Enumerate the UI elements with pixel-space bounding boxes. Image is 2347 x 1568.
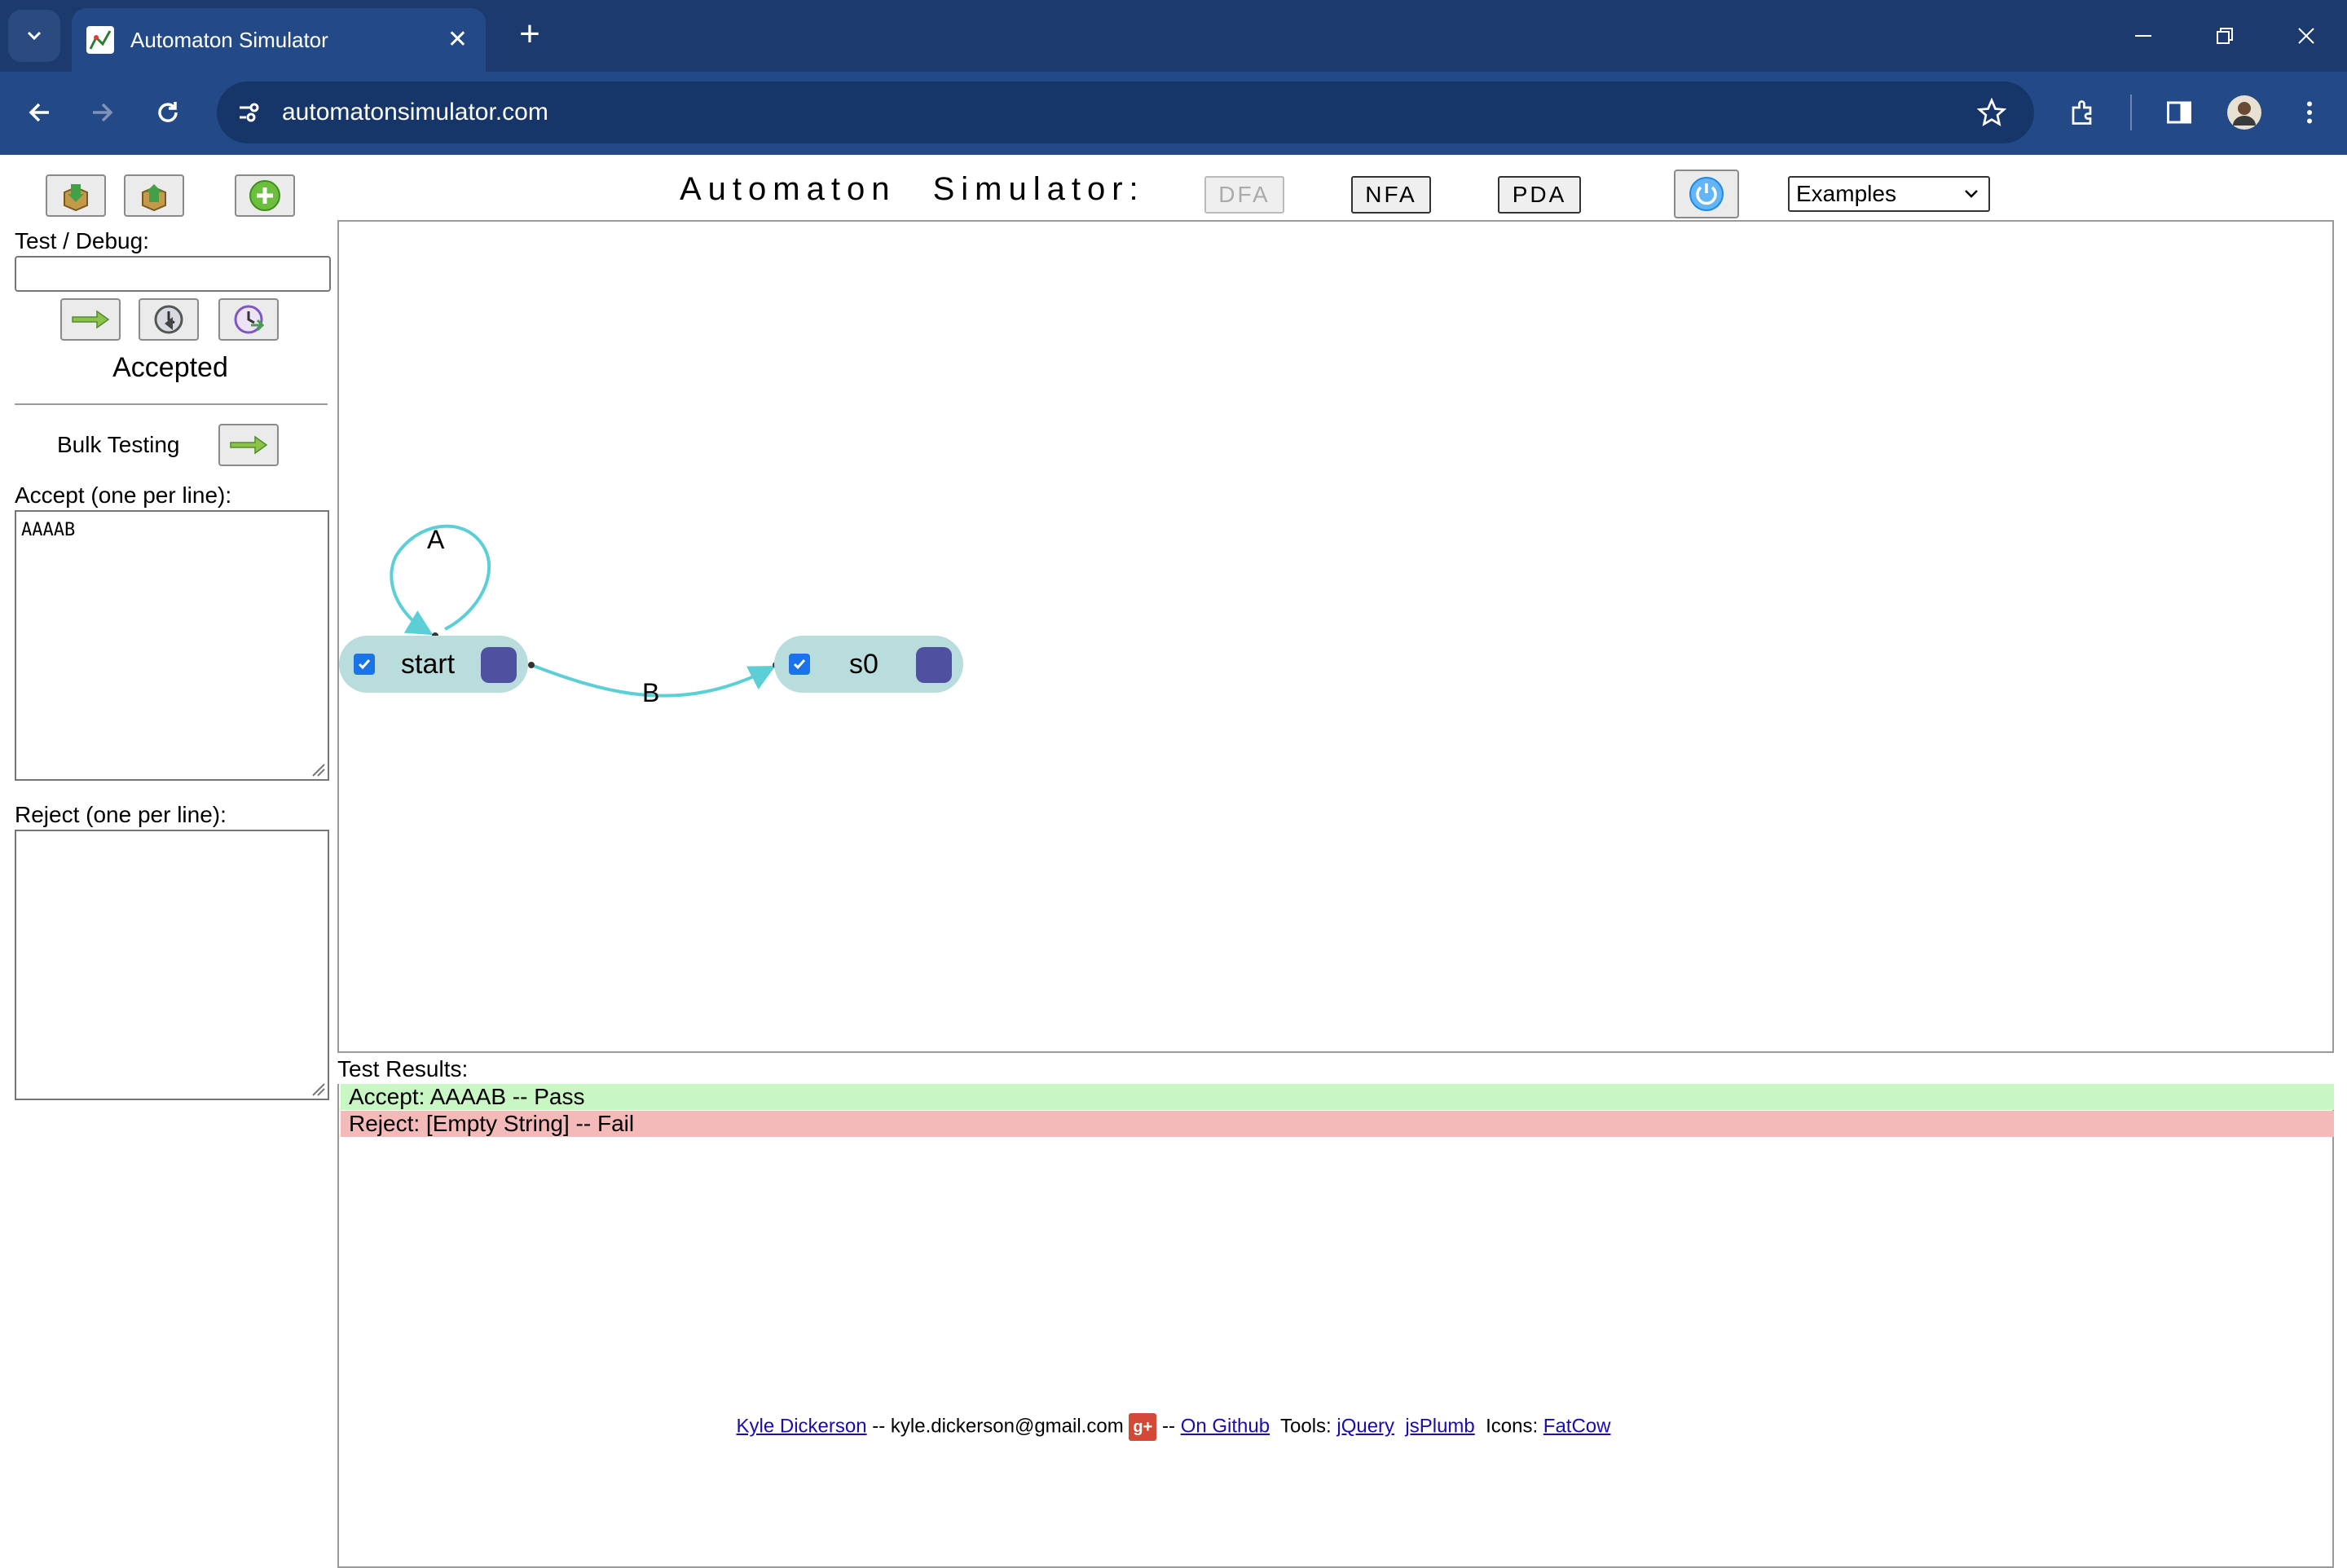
save-button[interactable] (46, 174, 106, 217)
load-button[interactable] (124, 174, 184, 217)
profile-avatar[interactable] (2222, 90, 2267, 135)
transition-label[interactable]: B (642, 678, 659, 708)
icons-label: Icons: (1474, 1415, 1543, 1438)
test-results-panel: Accept: AAAAB -- Pass Reject: [Empty Str… (337, 1084, 2334, 1568)
automaton-canvas[interactable]: A B start s0 (337, 220, 2334, 1053)
site-info-icon[interactable] (231, 95, 267, 130)
power-icon (1689, 177, 1724, 211)
reject-textarea[interactable] (15, 830, 329, 1100)
box-save-icon (64, 184, 88, 212)
jquery-link[interactable]: jQuery (1336, 1415, 1394, 1437)
menu-kebab-icon[interactable] (2287, 90, 2332, 135)
url-text: automatonsimulator.com (282, 99, 548, 126)
minimize-icon[interactable] (2103, 0, 2184, 72)
test-results-label: Test Results: (337, 1056, 469, 1081)
sidebar-divider (15, 403, 328, 405)
chevron-down-icon (1965, 190, 1978, 198)
tab-close-icon[interactable]: ✕ (447, 8, 468, 72)
extensions-icon[interactable] (2060, 90, 2106, 135)
forward-icon[interactable] (80, 90, 125, 135)
address-bar[interactable]: automatonsimulator.com (217, 81, 2034, 143)
examples-select[interactable]: Examples (1788, 176, 1990, 212)
page-title: Automaton Simulator: (680, 171, 1145, 207)
back-icon[interactable] (16, 90, 62, 135)
fatcow-link[interactable]: FatCow (1543, 1415, 1611, 1437)
footer: Kyle Dickerson -- kyle.dickerson@gmail.c… (0, 1413, 2347, 1441)
jsplumb-link[interactable]: jsPlumb (1405, 1415, 1474, 1437)
result-row-pass: Accept: AAAAB -- Pass (341, 1084, 2334, 1110)
tab-title: Automaton Simulator (130, 28, 328, 52)
plus-circle-icon (249, 180, 280, 211)
debug-input[interactable] (15, 256, 331, 292)
close-window-icon[interactable] (2266, 0, 2347, 72)
favicon-icon (86, 26, 114, 54)
resize-grip-icon[interactable] (311, 763, 326, 777)
state-node-s0[interactable]: s0 (774, 636, 963, 693)
add-state-button[interactable] (235, 174, 295, 217)
arrow-right-icon (230, 435, 268, 455)
nfa-button[interactable]: NFA (1351, 176, 1431, 214)
transition-label[interactable]: A (427, 525, 444, 555)
resize-grip-icon[interactable] (311, 1082, 326, 1097)
state-name: start (401, 649, 456, 680)
power-button[interactable] (1674, 170, 1739, 218)
toolbar-divider (2130, 95, 2132, 130)
browser-tabstrip: Automaton Simulator ✕ + (0, 0, 2347, 72)
box-load-icon (142, 184, 166, 212)
accept-label: Accept (one per line): (15, 482, 232, 508)
state-name: s0 (849, 649, 878, 680)
reject-label: Reject (one per line): (15, 802, 227, 827)
google-plus-icon[interactable]: g+ (1129, 1413, 1157, 1441)
dfa-button[interactable]: DFA (1204, 176, 1284, 214)
state-connect-handle[interactable] (481, 647, 517, 683)
step-button[interactable] (139, 298, 199, 341)
clock-step-icon (154, 305, 183, 334)
arrow-right-icon (72, 310, 110, 329)
side-panel-icon[interactable] (2156, 90, 2202, 135)
footer-email: -- kyle.dickerson@gmail.com (866, 1415, 1129, 1438)
restore-icon[interactable] (2184, 0, 2266, 72)
page: Test / Debug: Accepted Bulk Testing Acce… (0, 155, 2347, 1568)
bulk-testing-label: Bulk Testing (57, 432, 180, 457)
result-row-fail: Reject: [Empty String] -- Fail (341, 1111, 2334, 1137)
accept-state-checkbox[interactable] (789, 654, 810, 675)
reload-icon[interactable] (145, 90, 191, 135)
tab-search-button[interactable] (8, 10, 60, 62)
transition-layer (390, 524, 779, 698)
browser-tab[interactable]: Automaton Simulator ✕ (72, 8, 486, 72)
accept-textarea[interactable]: AAAAB (15, 510, 329, 781)
clock-reset-icon (234, 305, 265, 334)
state-connect-handle[interactable] (916, 647, 952, 683)
reset-debug-button[interactable] (218, 298, 279, 341)
chevron-down-icon (27, 31, 42, 41)
bookmark-star-icon[interactable] (1974, 95, 2010, 130)
state-node-start[interactable]: start (339, 636, 528, 693)
accept-state-checkbox[interactable] (354, 654, 375, 675)
bulk-run-button[interactable] (218, 424, 279, 466)
connector-dot (528, 662, 535, 668)
footer-separator: -- (1156, 1415, 1181, 1438)
author-link[interactable]: Kyle Dickerson (737, 1415, 867, 1437)
debug-status: Accepted (112, 352, 228, 383)
browser-toolbar: automatonsimulator.com (0, 72, 2347, 155)
tools-label: Tools: (1270, 1415, 1337, 1438)
examples-select-value: Examples (1796, 181, 1896, 206)
pda-button[interactable]: PDA (1498, 176, 1581, 214)
github-link[interactable]: On Github (1181, 1415, 1270, 1437)
new-tab-button[interactable]: + (504, 8, 556, 60)
run-button[interactable] (60, 298, 121, 341)
debug-label: Test / Debug: (15, 228, 149, 253)
